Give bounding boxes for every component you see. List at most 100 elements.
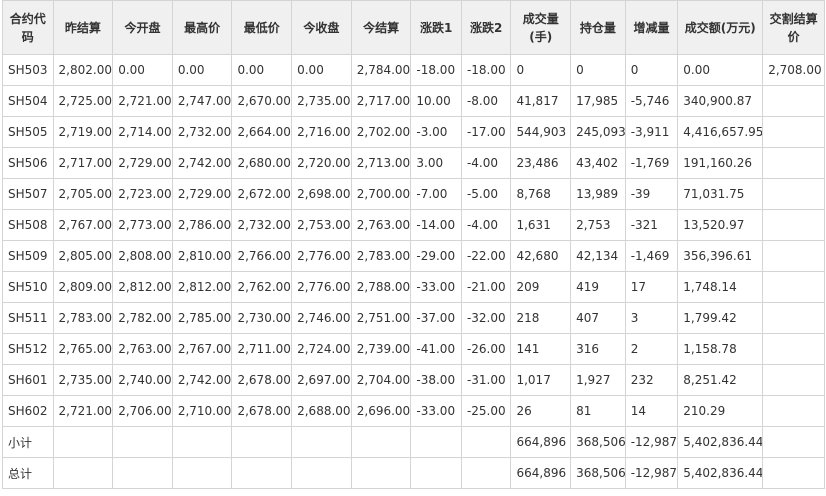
- table-cell: 664,896: [510, 457, 572, 489]
- table-cell: 2,725.00: [52, 85, 114, 117]
- table-cell: 71,031.75: [677, 178, 764, 210]
- table-cell: 2,720.00: [291, 147, 352, 179]
- table-cell: 2,805.00: [52, 240, 114, 272]
- table-cell: 2,802.00: [52, 54, 114, 86]
- table-cell: [291, 457, 352, 489]
- table-cell: 2,732.00: [171, 116, 233, 148]
- table-cell: -12,987: [624, 426, 679, 458]
- table-cell: [762, 395, 825, 427]
- table-cell: 2,705.00: [52, 178, 114, 210]
- table-cell: -1,469: [624, 240, 679, 272]
- table-cell: 2,664.00: [231, 116, 293, 148]
- table-cell: 1,799.42: [677, 302, 764, 334]
- table-cell: 2,698.00: [291, 178, 352, 210]
- table-cell: 2,713.00: [350, 147, 412, 179]
- table-cell: SH510: [2, 271, 54, 303]
- table-cell: -1,769: [624, 147, 679, 179]
- table-body: SH503 2,802.00 0.00 0.00 0.00 0.00 2,784.00 -18…: [2, 54, 825, 489]
- table-cell: -33.00: [410, 395, 462, 427]
- table-row: SH509 2,805.00 2,808.00 2,810.00 2,766.00 2,7…: [2, 240, 825, 272]
- table-cell: 2,697.00: [291, 364, 352, 396]
- table-cell: 2,735.00: [52, 364, 114, 396]
- table-cell: -3,911: [624, 116, 679, 148]
- table-cell: 2,678.00: [231, 395, 293, 427]
- table-cell: SH506: [2, 147, 54, 179]
- table-cell: 0.00: [112, 54, 173, 86]
- column-header-change-1: 涨跌1: [410, 0, 462, 55]
- table-cell: 2,751.00: [350, 302, 412, 334]
- table-cell: 2,742.00: [171, 364, 233, 396]
- column-header-open-interest: 持仓量: [570, 0, 626, 55]
- table-cell: 2,670.00: [231, 85, 293, 117]
- table-cell: 368,506: [570, 426, 626, 458]
- table-row: SH602 2,721.00 2,706.00 2,710.00 2,678.00 2,6…: [2, 395, 825, 427]
- table-cell: [112, 426, 173, 458]
- table-cell: SH511: [2, 302, 54, 334]
- table-cell: SH508: [2, 209, 54, 241]
- table-cell: -39: [624, 178, 679, 210]
- table-cell: 0.00: [171, 54, 233, 86]
- column-header-turnover: 成交额(万元): [677, 0, 764, 55]
- table-cell: 232: [624, 364, 679, 396]
- table-cell: 2,730.00: [231, 302, 293, 334]
- table-cell: 2,717.00: [350, 85, 412, 117]
- header-row: 合约代码 昨结算 今开盘 最高价 最低价 今收盘 今结算 涨跌1 涨跌2 成交量…: [2, 0, 825, 55]
- table-cell: [460, 426, 512, 458]
- table-cell: 419: [570, 271, 626, 303]
- table-cell: 43,402: [570, 147, 626, 179]
- table-cell: 664,896: [510, 426, 572, 458]
- table-cell: 81: [570, 395, 626, 427]
- column-header-contract-code: 合约代码: [2, 0, 54, 55]
- table-cell: [762, 178, 825, 210]
- column-header-settle: 今结算: [350, 0, 412, 55]
- table-cell: 2,696.00: [350, 395, 412, 427]
- table-cell: 1,017: [510, 364, 572, 396]
- table-cell: [762, 85, 825, 117]
- table-cell: 210.29: [677, 395, 764, 427]
- table-cell: [350, 426, 412, 458]
- table-cell: -22.00: [460, 240, 512, 272]
- table-cell: [52, 426, 114, 458]
- table-cell: 2,766.00: [231, 240, 293, 272]
- table-cell: -8.00: [460, 85, 512, 117]
- table-cell: -18.00: [410, 54, 462, 86]
- table-cell: 2,723.00: [112, 178, 173, 210]
- table-cell: -31.00: [460, 364, 512, 396]
- table-row: SH512 2,765.00 2,763.00 2,767.00 2,711.00 2,7…: [2, 333, 825, 365]
- table-cell: [762, 271, 825, 303]
- table-cell: 13,989: [570, 178, 626, 210]
- table-cell: 1,748.14: [677, 271, 764, 303]
- table-row: 小计 664,896 368,506 -12,987 5,402,836.44: [2, 426, 825, 458]
- table-cell: [762, 426, 825, 458]
- table-cell: 2,776.00: [291, 271, 352, 303]
- table-cell: 0: [570, 54, 626, 86]
- table-row: SH503 2,802.00 0.00 0.00 0.00 0.00 2,784.00 -18…: [2, 54, 825, 86]
- table-cell: SH507: [2, 178, 54, 210]
- table-cell: [460, 457, 512, 489]
- column-header-low: 最低价: [231, 0, 293, 55]
- column-header-close: 今收盘: [291, 0, 352, 55]
- table-cell: [231, 426, 293, 458]
- table-row: SH507 2,705.00 2,723.00 2,729.00 2,672.00 2,6…: [2, 178, 825, 210]
- table-cell: 0.00: [291, 54, 352, 86]
- table-cell: 17: [624, 271, 679, 303]
- table-cell: 2,746.00: [291, 302, 352, 334]
- table-cell: SH505: [2, 116, 54, 148]
- table-cell: 0: [624, 54, 679, 86]
- table-cell: [762, 209, 825, 241]
- table-cell: 2,788.00: [350, 271, 412, 303]
- table-cell: 2,812.00: [112, 271, 173, 303]
- table-cell: 1,927: [570, 364, 626, 396]
- table-cell: 2,721.00: [52, 395, 114, 427]
- column-header-delivery-settle: 交割结算价: [762, 0, 825, 55]
- table-cell: -17.00: [460, 116, 512, 148]
- table-cell: 1,631: [510, 209, 572, 241]
- table-cell: [762, 147, 825, 179]
- table-cell: 23,486: [510, 147, 572, 179]
- table-cell: 2,753.00: [291, 209, 352, 241]
- column-header-volume: 成交量(手): [510, 0, 572, 55]
- table-cell: [171, 457, 233, 489]
- table-cell: 2,808.00: [112, 240, 173, 272]
- table-cell: 2,716.00: [291, 116, 352, 148]
- table-cell: 2,672.00: [231, 178, 293, 210]
